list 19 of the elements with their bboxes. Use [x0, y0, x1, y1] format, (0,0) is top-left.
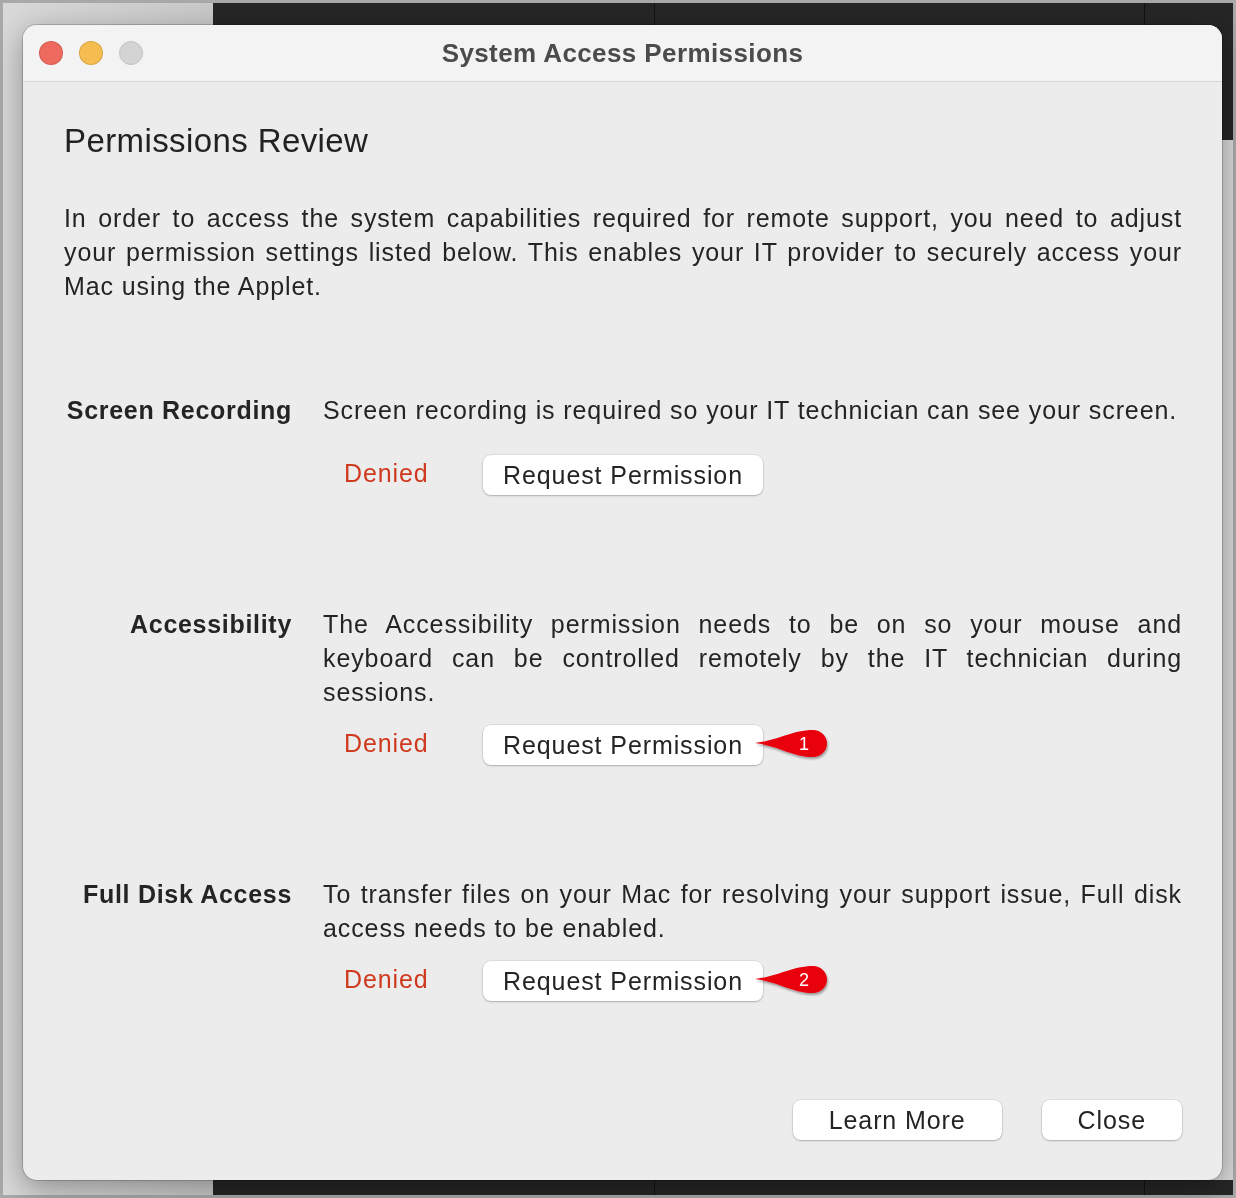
- request-permission-button[interactable]: Request Permission: [483, 725, 763, 765]
- request-permission-button[interactable]: Request Permission: [483, 455, 763, 495]
- permission-description: The Accessibility permission needs to be on so your mouse and keyboard can be controlled remotely by the IT technician during sessions.: [323, 609, 1182, 708]
- permission-description: To transfer files on your Mac for resolving your support issue, Full disk access needs to be enabled.: [323, 879, 1182, 944]
- learn-more-button[interactable]: Learn More: [792, 1100, 1002, 1140]
- section-heading: Permissions Review: [64, 122, 370, 160]
- permission-status: Denied: [344, 728, 430, 758]
- request-permission-button[interactable]: Request Permission: [483, 961, 763, 1001]
- close-dialog-button[interactable]: Close: [1041, 1100, 1182, 1140]
- intro-text: In order to access the system capabilities required for remote support, you need to adjust your permission settings listed below. This enables your IT provider to securely access your Mac using the Applet.: [64, 203, 1182, 302]
- permission-name: Full Disk Access: [82, 879, 292, 910]
- minimize-button[interactable]: [79, 41, 103, 65]
- permission-name: Accessibility: [129, 609, 292, 640]
- window-title: System Access Permissions: [441, 37, 804, 69]
- permission-description: Screen recording is required so your IT technician can see your screen.: [323, 395, 1179, 426]
- close-button[interactable]: [39, 41, 63, 65]
- permission-status: Denied: [344, 458, 430, 488]
- permission-name: Screen Recording: [65, 395, 292, 426]
- permission-status: Denied: [344, 964, 430, 994]
